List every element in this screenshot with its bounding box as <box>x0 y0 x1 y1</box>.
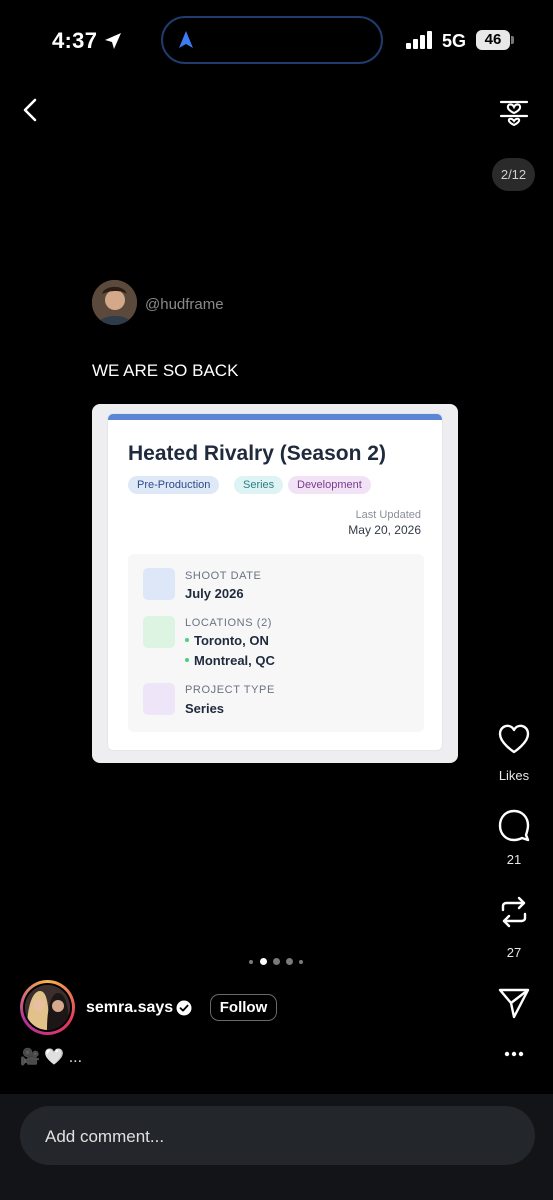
back-icon[interactable] <box>18 96 44 124</box>
post-text: WE ARE SO BACK <box>92 361 239 380</box>
locations-icon <box>143 616 175 648</box>
comment-placeholder: Add comment... <box>45 1127 165 1146</box>
user-avatar[interactable] <box>25 985 70 1030</box>
filter-heart-icon[interactable] <box>498 94 530 126</box>
follow-button[interactable]: Follow <box>210 994 277 1021</box>
post-caption[interactable]: 🎥 🤍 ... <box>20 1047 82 1067</box>
network-type: 5G <box>442 31 467 51</box>
author-avatar[interactable] <box>92 280 137 325</box>
location-item: Montreal, QC <box>194 653 275 668</box>
location-bullet <box>185 638 189 642</box>
card-accent-bar <box>108 414 442 420</box>
tag-pre-production: Pre-Production <box>128 476 220 494</box>
send-icon[interactable] <box>497 986 531 1020</box>
last-updated-label: Last Updated <box>355 509 421 521</box>
status-time: 4:37 <box>52 28 98 53</box>
author-handle[interactable]: @hudframe <box>145 296 224 313</box>
last-updated-date: May 20, 2026 <box>348 523 421 537</box>
shoot-date-value: July 2026 <box>185 586 244 601</box>
project-type-icon <box>143 683 175 715</box>
location-bullet <box>185 658 189 662</box>
battery-indicator: 46 <box>476 30 510 50</box>
carousel-dot-active <box>260 958 267 965</box>
locations-label: LOCATIONS (2) <box>185 617 273 629</box>
reposts-count: 27 <box>506 945 522 960</box>
battery-cap <box>511 36 514 44</box>
location-item: Toronto, ON <box>194 633 269 648</box>
page-indicator: 2/12 <box>492 158 535 191</box>
tag-development: Development <box>288 476 371 494</box>
carousel-dot <box>286 958 293 965</box>
username[interactable]: semra.says <box>86 999 173 1017</box>
carousel-dot <box>299 960 303 964</box>
comments-count: 21 <box>506 852 522 867</box>
shoot-date-icon <box>143 568 175 600</box>
likes-label[interactable]: Likes <box>486 768 542 783</box>
details-panel: SHOOT DATE July 2026 LOCATIONS (2) Toron… <box>128 554 424 732</box>
shoot-date-label: SHOOT DATE <box>185 570 262 582</box>
project-type-label: PROJECT TYPE <box>185 684 275 696</box>
carousel-dot <box>249 960 253 964</box>
project-card: Heated Rivalry (Season 2) Pre-Production… <box>107 413 443 751</box>
signal-icon <box>406 31 432 49</box>
verified-icon <box>176 1000 192 1016</box>
navigation-icon <box>179 31 193 48</box>
heart-icon[interactable] <box>497 722 531 756</box>
comment-icon[interactable] <box>497 808 531 842</box>
more-icon[interactable] <box>504 1050 524 1058</box>
tag-series: Series <box>234 476 284 494</box>
project-type-value: Series <box>185 701 225 716</box>
location-arrow-icon <box>105 33 121 49</box>
card-title: Heated Rivalry (Season 2) <box>128 442 386 465</box>
repost-icon[interactable] <box>497 895 531 929</box>
carousel-dot <box>273 958 280 965</box>
